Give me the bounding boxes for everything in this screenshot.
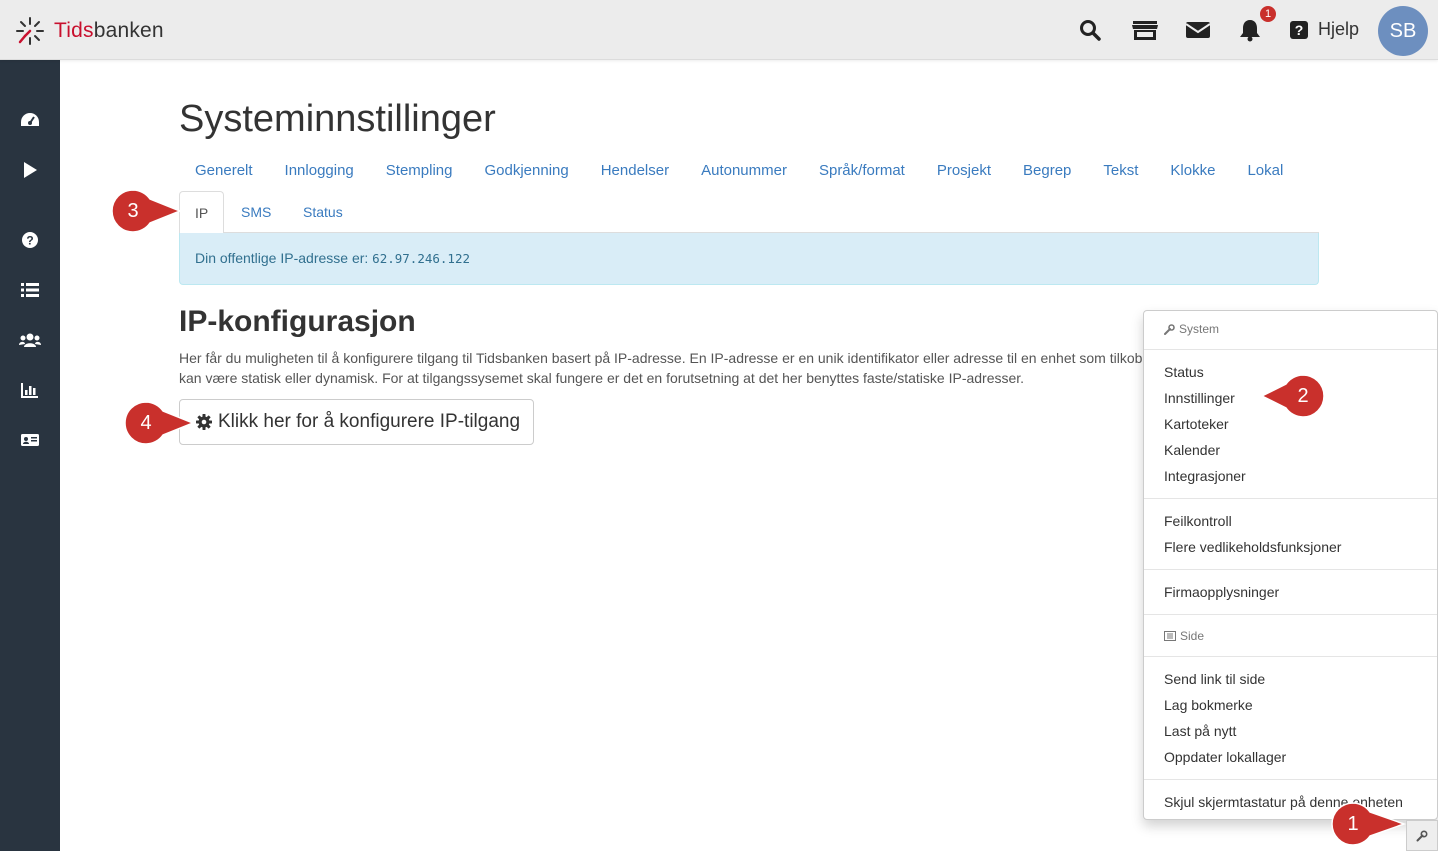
menu-item-status[interactable]: Status	[1164, 364, 1204, 380]
callout-marker-3: 3	[110, 188, 183, 234]
menu-item-send-link[interactable]: Send link til side	[1164, 671, 1265, 687]
section-title: IP-konfigurasjon	[179, 305, 416, 338]
dashboard-icon[interactable]	[18, 108, 42, 132]
callout-marker-2: 2	[1260, 373, 1330, 419]
menu-item-update-storage[interactable]: Oppdater lokallager	[1164, 749, 1286, 765]
menu-item-feilkontroll[interactable]: Feilkontroll	[1164, 513, 1232, 529]
tab-innlogging[interactable]: Innlogging	[269, 160, 370, 182]
subtab-ip[interactable]: IP	[179, 191, 225, 234]
app-logo[interactable]: Tidsbanken	[14, 14, 164, 48]
sidebar: ?	[0, 60, 60, 851]
store-icon[interactable]	[1131, 16, 1159, 44]
alert-text: Din offentlige IP-adresse er:	[195, 250, 373, 266]
tab-tekst[interactable]: Tekst	[1087, 160, 1154, 182]
tab-generelt[interactable]: Generelt	[179, 160, 269, 182]
subtab-status[interactable]: Status	[288, 191, 358, 233]
menu-item-integrasjoner[interactable]: Integrasjoner	[1164, 468, 1246, 484]
users-icon[interactable]	[18, 328, 42, 352]
list-icon[interactable]	[18, 278, 42, 302]
tab-lokal[interactable]: Lokal	[1231, 160, 1299, 182]
svg-text:?: ?	[26, 234, 33, 248]
question-square-icon: ?	[1290, 20, 1308, 39]
menu-header-side: Side	[1164, 629, 1204, 643]
ip-info-alert: Din offentlige IP-adresse er: 62.97.246.…	[179, 233, 1319, 285]
menu-divider	[1144, 349, 1437, 350]
search-icon[interactable]	[1076, 16, 1104, 44]
subtab-sms[interactable]: SMS	[226, 191, 286, 233]
ip-subtabs: IP SMS Status	[179, 191, 1319, 234]
help-link[interactable]: ? Hjelp	[1290, 19, 1359, 40]
menu-divider	[1144, 569, 1437, 570]
tab-hendelser[interactable]: Hendelser	[585, 160, 685, 182]
page-title: Systeminnstillinger	[179, 98, 496, 140]
tab-autonummer[interactable]: Autonummer	[685, 160, 803, 182]
menu-item-bokmerke[interactable]: Lag bokmerke	[1164, 697, 1253, 713]
callout-marker-4: 4	[123, 400, 196, 446]
callout-marker-1: 1	[1330, 801, 1407, 847]
tab-sprak-format[interactable]: Språk/format	[803, 160, 921, 182]
menu-item-innstillinger[interactable]: Innstillinger	[1164, 390, 1235, 406]
play-icon[interactable]	[18, 158, 42, 182]
id-card-icon[interactable]	[18, 428, 42, 452]
tab-stempling[interactable]: Stempling	[370, 160, 469, 182]
user-avatar[interactable]: SB	[1378, 6, 1428, 56]
bell-icon[interactable]: 1	[1236, 4, 1278, 44]
tab-godkjenning[interactable]: Godkjenning	[468, 160, 584, 182]
logo-text: Tidsbanken	[54, 19, 164, 42]
list-alt-icon	[1164, 631, 1176, 641]
section-description: Her får du muligheten til å konfigurere …	[179, 350, 1309, 386]
envelope-icon[interactable]	[1184, 16, 1212, 44]
tab-klokke[interactable]: Klokke	[1154, 160, 1231, 182]
menu-item-firmaopplysninger[interactable]: Firmaopplysninger	[1164, 584, 1279, 600]
ip-address: 62.97.246.122	[372, 251, 471, 266]
menu-header-system: System	[1164, 322, 1219, 336]
menu-item-vedlikehold[interactable]: Flere vedlikeholdsfunksjoner	[1164, 539, 1341, 555]
settings-tabs: Generelt Innlogging Stempling Godkjennin…	[179, 160, 1299, 182]
menu-divider	[1144, 779, 1437, 780]
configure-ip-label: Klikk her for å konfigurere IP-tilgang	[218, 411, 521, 432]
configure-ip-button[interactable]: Klikk her for å konfigurere IP-tilgang	[179, 399, 534, 445]
gear-icon	[196, 414, 212, 430]
bar-chart-icon[interactable]	[18, 378, 42, 402]
help-label: Hjelp	[1318, 19, 1360, 39]
wrench-icon	[1416, 829, 1428, 841]
top-bar: Tidsbanken 1 ? Hjelp SB	[0, 0, 1438, 60]
tab-prosjekt[interactable]: Prosjekt	[921, 160, 1007, 182]
menu-item-kalender[interactable]: Kalender	[1164, 442, 1220, 458]
menu-item-kartoteker[interactable]: Kartoteker	[1164, 416, 1229, 432]
question-circle-icon[interactable]: ?	[18, 228, 42, 252]
tidsbanken-logo-icon	[16, 17, 44, 45]
notification-badge: 1	[1258, 4, 1278, 24]
menu-divider	[1144, 614, 1437, 615]
tab-begrep[interactable]: Begrep	[1007, 160, 1087, 182]
wrench-icon	[1164, 323, 1175, 335]
system-menu-toggle[interactable]	[1406, 820, 1438, 851]
menu-item-reload[interactable]: Last på nytt	[1164, 723, 1236, 739]
menu-divider	[1144, 656, 1437, 657]
menu-divider	[1144, 498, 1437, 499]
